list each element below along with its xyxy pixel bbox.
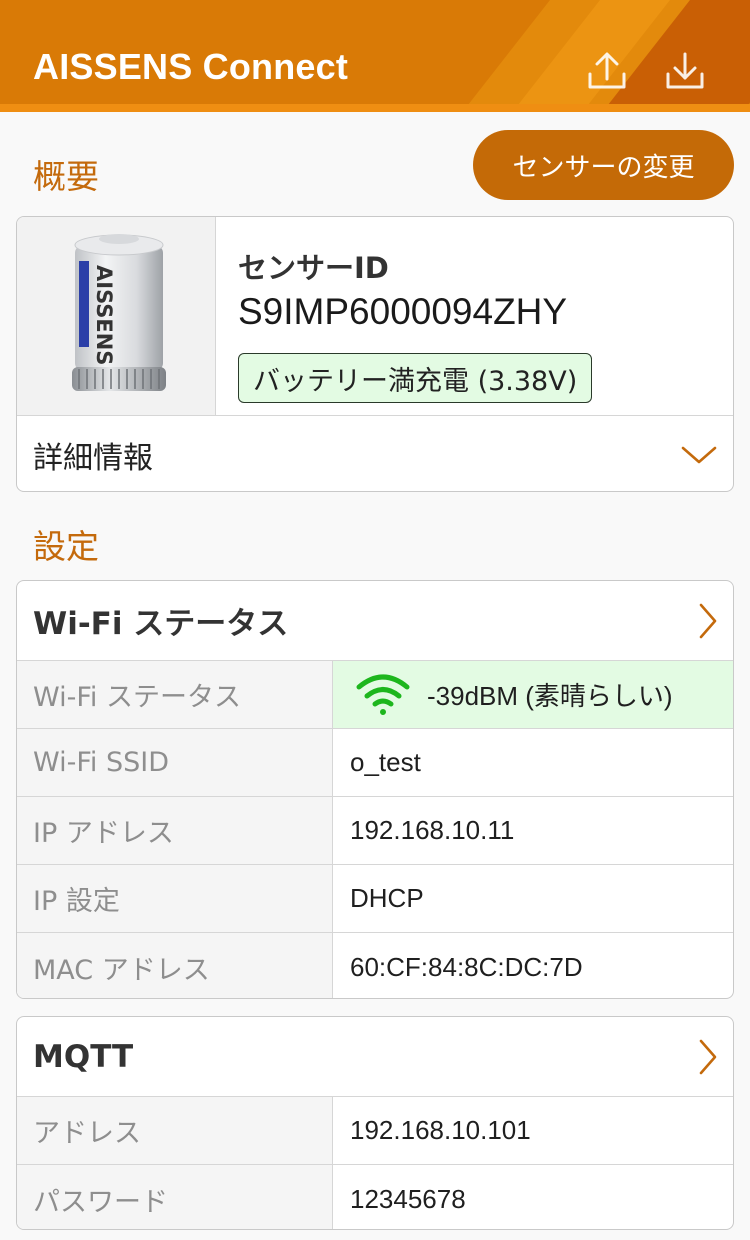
sensor-id-value: S9IMP6000094ZHY — [238, 291, 568, 332]
table-row: Wi-Fi ステータス -39dBM (素晴らしい) — [17, 661, 733, 729]
chevron-right-icon — [699, 603, 717, 639]
table-row: パスワード 12345678 — [17, 1165, 733, 1229]
wifi-status-header[interactable]: Wi-Fi ステータス — [17, 581, 733, 661]
download-icon[interactable] — [660, 46, 710, 96]
table-row: アドレス 192.168.10.101 — [17, 1097, 733, 1165]
table-row: IP アドレス 192.168.10.11 — [17, 797, 733, 865]
row-key: MAC アドレス — [17, 933, 333, 998]
sensor-card: AISSENS センサーID S9IMP6000094ZHY バッテリー満充電 … — [16, 216, 734, 492]
mqtt-card: MQTT アドレス 192.168.10.101 パスワード 12345678 — [16, 1016, 734, 1230]
row-value: o_test — [350, 747, 421, 777]
table-row: IP 設定 DHCP — [17, 865, 733, 933]
row-value: -39dBM (素晴らしい) — [333, 661, 733, 728]
row-value: 12345678 — [350, 1183, 466, 1214]
sensor-image: AISSENS — [17, 217, 216, 415]
chevron-right-icon — [699, 1039, 717, 1075]
mqtt-header[interactable]: MQTT — [17, 1017, 733, 1097]
wifi-status-card: Wi-Fi ステータス Wi-Fi ステータス -39dBM (素晴らしい) W… — [16, 580, 734, 999]
settings-title: 設定 — [33, 527, 99, 566]
row-key: パスワード — [17, 1165, 333, 1229]
sensor-info: センサーID S9IMP6000094ZHY バッテリー満充電 (3.38V) — [238, 217, 733, 415]
battery-status-badge: バッテリー満充電 (3.38V) — [238, 353, 593, 403]
overview-title: 概要 — [33, 157, 99, 196]
sensor-id-label: センサーID — [238, 251, 389, 285]
row-key: アドレス — [17, 1097, 333, 1164]
row-key: Wi-Fi SSID — [17, 729, 333, 796]
row-key: Wi-Fi ステータス — [17, 661, 333, 728]
details-toggle[interactable]: 詳細情報 — [17, 415, 733, 491]
upload-icon[interactable] — [582, 46, 632, 96]
wifi-signal-value: -39dBM (素晴らしい) — [427, 681, 673, 711]
table-row: Wi-Fi SSID o_test — [17, 729, 733, 797]
app-title: AISSENS Connect — [33, 46, 349, 87]
row-value: 60:CF:84:8C:DC:7D — [350, 951, 583, 982]
row-value: 192.168.10.101 — [350, 1115, 531, 1145]
chevron-down-icon — [681, 446, 717, 464]
mqtt-title: MQTT — [33, 1038, 134, 1075]
row-key: IP アドレス — [17, 797, 333, 864]
header-accent-bar — [0, 104, 750, 112]
row-value: 192.168.10.11 — [350, 815, 515, 845]
row-value: DHCP — [350, 883, 424, 913]
wifi-status-title: Wi-Fi ステータス — [33, 606, 289, 642]
app-header: AISSENS Connect — [0, 0, 750, 108]
row-key: IP 設定 — [17, 865, 333, 932]
change-sensor-button[interactable]: センサーの変更 — [473, 130, 734, 200]
details-label: 詳細情報 — [33, 440, 153, 476]
sensor-image-label: AISSENS — [92, 265, 116, 365]
wifi-signal-icon — [356, 674, 410, 715]
table-row: MAC アドレス 60:CF:84:8C:DC:7D — [17, 933, 733, 998]
